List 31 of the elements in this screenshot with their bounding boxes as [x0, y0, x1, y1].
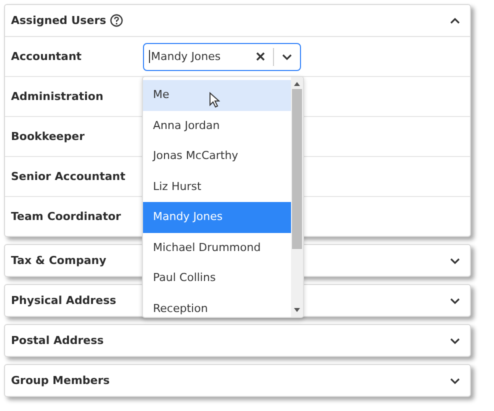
dropdown-option[interactable]: Liz Hurst [143, 172, 291, 202]
select-field[interactable]: Mandy Jones [143, 42, 301, 70]
clear-icon [256, 52, 265, 61]
scrollbar-thumb[interactable] [292, 89, 302, 249]
dropdown-option[interactable]: Mandy Jones [143, 202, 291, 232]
chevron-down-icon [282, 52, 292, 60]
dropdown-option[interactable]: Paul Collins [143, 263, 291, 294]
expand-icon[interactable] [450, 376, 460, 384]
field-label: Senior Accountant [11, 170, 126, 183]
dropdown-option[interactable]: Michael Drummond [143, 232, 291, 263]
expand-icon[interactable] [450, 336, 460, 344]
expand-icon[interactable] [450, 256, 460, 264]
dropdown-option[interactable]: Reception [143, 294, 291, 317]
dropdown-option[interactable]: Anna Jordan [143, 110, 291, 141]
scrollbar[interactable] [291, 77, 303, 317]
scroll-down-icon [294, 308, 300, 312]
expand-icon[interactable] [450, 296, 460, 304]
scroll-up-icon [294, 82, 300, 86]
section-title: Group Members [11, 374, 110, 387]
mouse-pointer-icon [209, 92, 220, 108]
section-title: Assigned Users [11, 14, 106, 27]
dropdown-option[interactable]: Jonas McCarthy [143, 141, 291, 172]
field-label: Team Coordinator [11, 210, 122, 223]
field-label: Bookkeeper [11, 130, 86, 143]
section-title: Postal Address [11, 334, 104, 347]
section-title: Tax & Company [11, 254, 106, 267]
collapse-icon[interactable] [450, 16, 460, 24]
field-label: Administration [11, 90, 104, 103]
field-label: Accountant [11, 50, 83, 63]
dropdown-option[interactable]: Me [143, 80, 291, 110]
section-title: Physical Address [11, 294, 116, 307]
